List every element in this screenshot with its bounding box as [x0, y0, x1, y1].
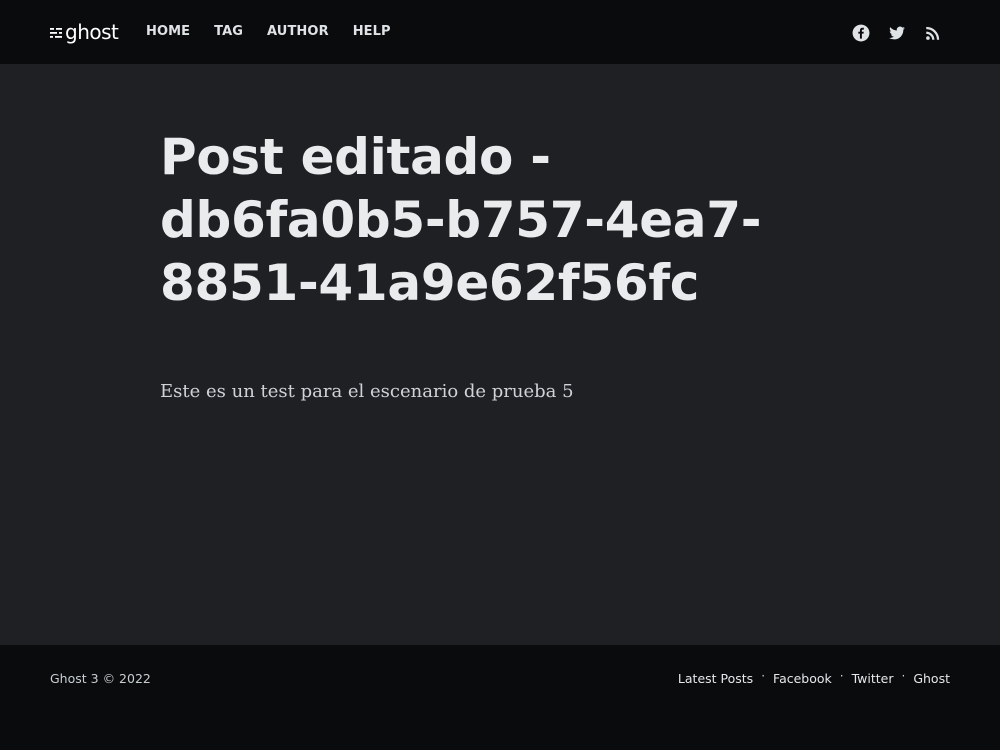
- footer-separator: ·: [901, 669, 906, 683]
- post-body: Este es un test para el escenario de pru…: [160, 381, 574, 402]
- rss-link[interactable]: [924, 24, 942, 42]
- rss-icon: [926, 26, 940, 40]
- nav-item-help[interactable]: HELP: [353, 24, 391, 40]
- nav-item-author[interactable]: AUTHOR: [267, 24, 329, 40]
- footer-copyright: Ghost 3 © 2022: [50, 671, 151, 686]
- facebook-link[interactable]: [852, 24, 870, 42]
- post-title: Post editado - db6fa0b5-b757-4ea7-8851-4…: [160, 128, 762, 312]
- post-content-area: Post editado - db6fa0b5-b757-4ea7-8851-4…: [0, 64, 1000, 645]
- site-logo[interactable]: ghost: [50, 20, 119, 44]
- nav-item-tag[interactable]: TAG: [214, 24, 243, 40]
- footer-separator: ·: [761, 669, 766, 683]
- footer-nav: Latest Posts · Facebook · Twitter · Ghos…: [678, 669, 950, 687]
- twitter-link[interactable]: [888, 24, 906, 42]
- facebook-icon: [852, 24, 870, 42]
- footer-link-ghost[interactable]: Ghost: [913, 671, 950, 687]
- footer-separator: ·: [839, 669, 844, 683]
- logo-text: ghost: [65, 20, 119, 44]
- ghost-logo-icon: [50, 28, 62, 38]
- footer-link-latest-posts[interactable]: Latest Posts: [678, 671, 753, 687]
- site-header: ghost HOME TAG AUTHOR HELP: [0, 0, 1000, 64]
- footer-link-twitter[interactable]: Twitter: [852, 671, 894, 687]
- main-nav: HOME TAG AUTHOR HELP: [146, 24, 415, 40]
- nav-item-home[interactable]: HOME: [146, 24, 190, 40]
- footer-link-facebook[interactable]: Facebook: [773, 671, 832, 687]
- site-footer: Ghost 3 © 2022 Latest Posts · Facebook ·…: [0, 645, 1000, 750]
- twitter-icon: [889, 26, 905, 40]
- social-links: [852, 24, 942, 42]
